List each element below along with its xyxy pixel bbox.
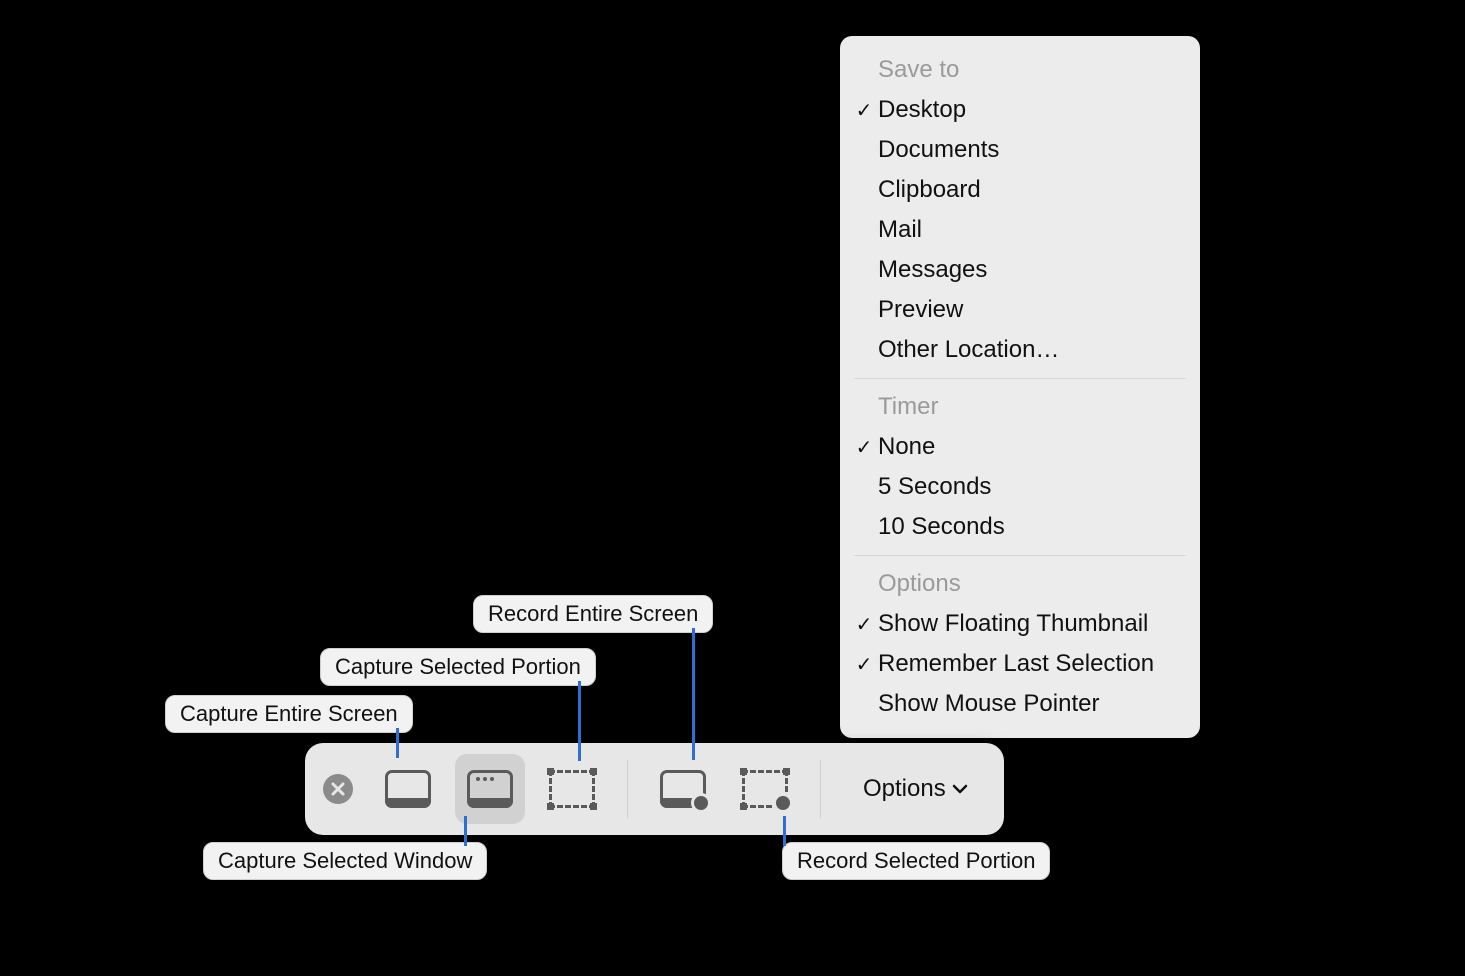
leader-line <box>396 728 399 758</box>
options-menu: Save to ✓Desktop ✓Documents ✓Clipboard ✓… <box>840 36 1200 738</box>
menu-item-label: 10 Seconds <box>878 513 1005 541</box>
menu-separator <box>854 555 1186 556</box>
callout-capture-entire-screen: Capture Entire Screen <box>165 695 413 733</box>
menu-item-label: Messages <box>878 256 987 284</box>
menu-item-label: Desktop <box>878 96 966 124</box>
toolbar-divider <box>820 760 821 818</box>
options-button-label: Options <box>863 775 946 803</box>
menu-item-messages[interactable]: ✓Messages <box>840 250 1200 290</box>
menu-item-show-mouse-pointer[interactable]: ✓Show Mouse Pointer <box>840 684 1200 724</box>
selection-record-icon <box>742 770 788 808</box>
menu-item-label: Mail <box>878 216 922 244</box>
callout-record-selected-portion: Record Selected Portion <box>782 842 1050 880</box>
toolbar-divider <box>627 760 628 818</box>
close-icon <box>331 782 345 796</box>
menu-item-preview[interactable]: ✓Preview <box>840 290 1200 330</box>
options-button[interactable]: Options <box>845 754 986 824</box>
chevron-down-icon <box>952 784 968 794</box>
menu-item-label: Preview <box>878 296 963 324</box>
menu-item-show-floating-thumbnail[interactable]: ✓Show Floating Thumbnail <box>840 604 1200 644</box>
menu-item-label: None <box>878 433 935 461</box>
menu-item-label: Show Floating Thumbnail <box>878 610 1148 638</box>
record-entire-screen-button[interactable] <box>648 754 718 824</box>
menu-item-clipboard[interactable]: ✓Clipboard <box>840 170 1200 210</box>
menu-section-options: Options <box>840 564 1200 604</box>
callout-capture-selected-portion: Capture Selected Portion <box>320 648 596 686</box>
leader-line <box>692 628 695 760</box>
capture-entire-screen-button[interactable] <box>373 754 443 824</box>
menu-item-remember-last-selection[interactable]: ✓Remember Last Selection <box>840 644 1200 684</box>
capture-selected-window-button[interactable] <box>455 754 525 824</box>
screen-icon <box>385 770 431 808</box>
menu-item-timer-none[interactable]: ✓None <box>840 427 1200 467</box>
screen-record-icon <box>660 770 706 808</box>
menu-item-label: Other Location… <box>878 336 1059 364</box>
menu-section-save-to: Save to <box>840 50 1200 90</box>
menu-item-label: Documents <box>878 136 999 164</box>
capture-selected-portion-button[interactable] <box>537 754 607 824</box>
menu-item-mail[interactable]: ✓Mail <box>840 210 1200 250</box>
menu-item-desktop[interactable]: ✓Desktop <box>840 90 1200 130</box>
menu-item-other-location[interactable]: ✓Other Location… <box>840 330 1200 370</box>
screenshot-toolbar: Options <box>305 743 1004 835</box>
selection-icon <box>549 770 595 808</box>
close-button[interactable] <box>323 774 353 804</box>
menu-item-label: Show Mouse Pointer <box>878 690 1099 718</box>
menu-item-timer-5s[interactable]: ✓5 Seconds <box>840 467 1200 507</box>
menu-item-label: 5 Seconds <box>878 473 991 501</box>
record-selected-portion-button[interactable] <box>730 754 800 824</box>
leader-line <box>578 681 581 761</box>
menu-item-timer-10s[interactable]: ✓10 Seconds <box>840 507 1200 547</box>
menu-separator <box>854 378 1186 379</box>
menu-item-documents[interactable]: ✓Documents <box>840 130 1200 170</box>
leader-line <box>464 816 467 846</box>
menu-item-label: Clipboard <box>878 176 981 204</box>
callout-capture-selected-window: Capture Selected Window <box>203 842 487 880</box>
window-icon <box>467 770 513 808</box>
leader-line <box>783 816 786 846</box>
menu-section-timer: Timer <box>840 387 1200 427</box>
callout-record-entire-screen: Record Entire Screen <box>473 595 713 633</box>
menu-item-label: Remember Last Selection <box>878 650 1154 678</box>
